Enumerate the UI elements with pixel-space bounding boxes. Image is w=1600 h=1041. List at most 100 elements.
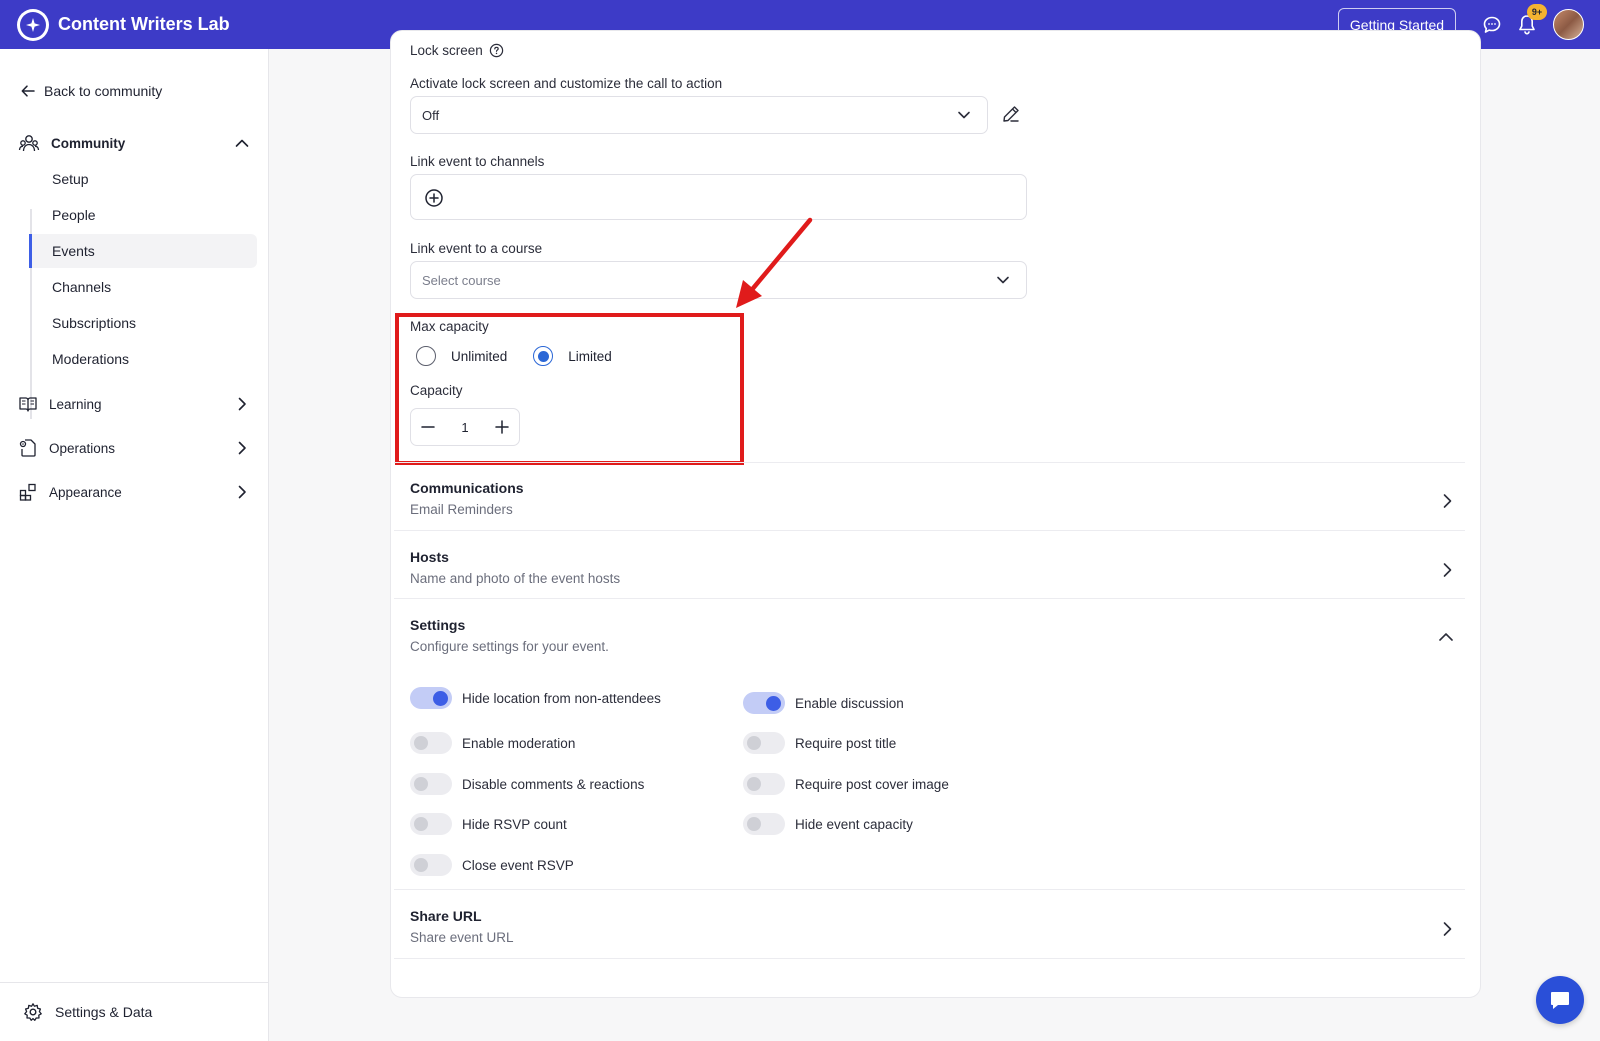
row-settings[interactable]: Settings Configure settings for your eve… bbox=[410, 605, 1465, 673]
sidebar-section-operations[interactable]: Operations bbox=[18, 434, 250, 462]
toggle-switch[interactable] bbox=[410, 854, 452, 876]
divider bbox=[394, 889, 1465, 890]
toggle-label: Hide location from non-attendees bbox=[462, 690, 661, 706]
user-avatar[interactable] bbox=[1553, 9, 1584, 40]
toggle-enable-moderation[interactable]: Enable moderation bbox=[410, 732, 575, 754]
lock-screen-label: Activate lock screen and customize the c… bbox=[410, 76, 723, 91]
capacity-stepper: 1 bbox=[410, 408, 520, 446]
sidebar-section-learning[interactable]: Learning bbox=[18, 390, 250, 418]
toggle-switch[interactable] bbox=[743, 773, 785, 795]
radio-limited-label[interactable]: Limited bbox=[568, 349, 612, 364]
settings-data-link[interactable]: Settings & Data bbox=[0, 982, 269, 1041]
divider bbox=[394, 462, 1465, 463]
row-desc: Email Reminders bbox=[410, 502, 513, 517]
chevron-down-icon bbox=[958, 111, 970, 119]
toggle-switch[interactable] bbox=[410, 773, 452, 795]
row-communications[interactable]: Communications Email Reminders bbox=[410, 468, 1465, 536]
sidebar-item-events[interactable]: Events bbox=[29, 234, 257, 268]
sidebar-section-community[interactable]: Community bbox=[18, 129, 250, 157]
annotation-arrow bbox=[736, 217, 813, 308]
back-to-community-link[interactable]: Back to community bbox=[20, 83, 162, 99]
row-title: Settings bbox=[410, 617, 466, 633]
chevron-right-icon[interactable] bbox=[234, 396, 250, 412]
app-title: Content Writers Lab bbox=[58, 14, 230, 34]
toggle-require-post-title[interactable]: Require post title bbox=[743, 732, 896, 754]
toggle-label: Require post title bbox=[795, 735, 897, 751]
chevron-down-icon bbox=[997, 276, 1009, 284]
sidebar: Back to community Community Setup People… bbox=[0, 49, 269, 1041]
toggle-switch[interactable] bbox=[410, 813, 452, 835]
sidebar-item-channels[interactable]: Channels bbox=[32, 270, 257, 304]
chevron-up-icon[interactable] bbox=[1438, 630, 1454, 644]
chevron-right-icon[interactable] bbox=[234, 440, 250, 456]
community-icon bbox=[18, 135, 40, 152]
sidebar-item-moderations[interactable]: Moderations bbox=[32, 342, 257, 376]
back-label: Back to community bbox=[44, 83, 163, 99]
capacity-radio-group: Unlimited Limited bbox=[416, 346, 612, 366]
row-title: Communications bbox=[410, 480, 524, 496]
row-hosts[interactable]: Hosts Name and photo of the event hosts bbox=[410, 537, 1465, 605]
toggle-close-rsvp[interactable]: Close event RSVP bbox=[410, 854, 574, 876]
lock-screen-title-text: Lock screen bbox=[410, 43, 483, 58]
chat-bubble-icon[interactable] bbox=[1482, 15, 1502, 35]
minus-icon[interactable] bbox=[420, 419, 436, 435]
link-channels-label: Link event to channels bbox=[410, 154, 545, 169]
capacity-label: Capacity bbox=[410, 383, 463, 398]
operations-icon bbox=[19, 439, 36, 457]
lock-screen-title: Lock screen bbox=[410, 43, 504, 58]
row-share-url[interactable]: Share URL Share event URL bbox=[410, 896, 1465, 964]
app-logo[interactable] bbox=[17, 9, 49, 41]
toggle-hide-event-capacity[interactable]: Hide event capacity bbox=[743, 813, 913, 835]
sidebar-item-setup[interactable]: Setup bbox=[32, 162, 257, 196]
chat-icon bbox=[1551, 992, 1569, 1009]
sidebar-item-subscriptions[interactable]: Subscriptions bbox=[32, 306, 257, 340]
support-chat-button[interactable] bbox=[1536, 976, 1584, 1024]
chevron-right-icon[interactable] bbox=[234, 484, 250, 500]
row-desc: Share event URL bbox=[410, 930, 514, 945]
radio-limited[interactable] bbox=[533, 346, 554, 366]
toggle-label: Disable comments & reactions bbox=[462, 776, 645, 792]
link-channels-field[interactable] bbox=[410, 174, 1027, 220]
lock-screen-select[interactable]: Off bbox=[410, 96, 988, 134]
appearance-icon bbox=[19, 483, 36, 501]
divider bbox=[394, 530, 1465, 531]
book-icon bbox=[19, 397, 37, 412]
radio-unlimited-label[interactable]: Unlimited bbox=[451, 349, 507, 364]
toggle-disable-comments[interactable]: Disable comments & reactions bbox=[410, 773, 644, 795]
course-select[interactable]: Select course bbox=[410, 261, 1027, 299]
row-desc: Configure settings for your event. bbox=[410, 639, 609, 654]
edit-pencil-icon[interactable] bbox=[1001, 104, 1021, 124]
sidebar-section-appearance[interactable]: Appearance bbox=[18, 478, 250, 506]
toggle-hide-location[interactable]: Hide location from non-attendees bbox=[410, 687, 661, 709]
add-circle-icon[interactable] bbox=[424, 188, 444, 208]
toggle-label: Hide RSVP count bbox=[462, 816, 567, 832]
max-capacity-label: Max capacity bbox=[410, 319, 489, 334]
gear-icon bbox=[24, 1003, 42, 1021]
chevron-right-icon[interactable] bbox=[1440, 493, 1454, 509]
notification-badge: 9+ bbox=[1527, 4, 1547, 20]
divider bbox=[394, 598, 1465, 599]
toggle-label: Close event RSVP bbox=[462, 857, 574, 873]
row-desc: Name and photo of the event hosts bbox=[410, 571, 621, 586]
chevron-right-icon[interactable] bbox=[1440, 562, 1454, 578]
plus-icon[interactable] bbox=[494, 419, 510, 435]
sidebar-item-people[interactable]: People bbox=[32, 198, 257, 232]
help-icon[interactable] bbox=[489, 43, 504, 58]
toggle-switch[interactable] bbox=[743, 692, 785, 714]
toggle-enable-discussion[interactable]: Enable discussion bbox=[743, 692, 904, 714]
toggle-switch[interactable] bbox=[410, 687, 452, 709]
arrow-left-icon bbox=[21, 85, 35, 97]
row-title: Hosts bbox=[410, 549, 449, 565]
chevron-up-icon[interactable] bbox=[234, 135, 250, 151]
toggle-switch[interactable] bbox=[410, 732, 452, 754]
sidebar-section-label: Operations bbox=[49, 440, 116, 456]
toggle-label: Enable moderation bbox=[462, 735, 576, 751]
toggle-switch[interactable] bbox=[743, 732, 785, 754]
toggle-switch[interactable] bbox=[743, 813, 785, 835]
toggle-require-cover-image[interactable]: Require post cover image bbox=[743, 773, 949, 795]
radio-unlimited[interactable] bbox=[416, 346, 436, 366]
capacity-value[interactable]: 1 bbox=[461, 420, 468, 435]
chevron-right-icon[interactable] bbox=[1440, 921, 1454, 937]
lock-screen-value: Off bbox=[422, 107, 440, 123]
toggle-hide-rsvp-count[interactable]: Hide RSVP count bbox=[410, 813, 567, 835]
